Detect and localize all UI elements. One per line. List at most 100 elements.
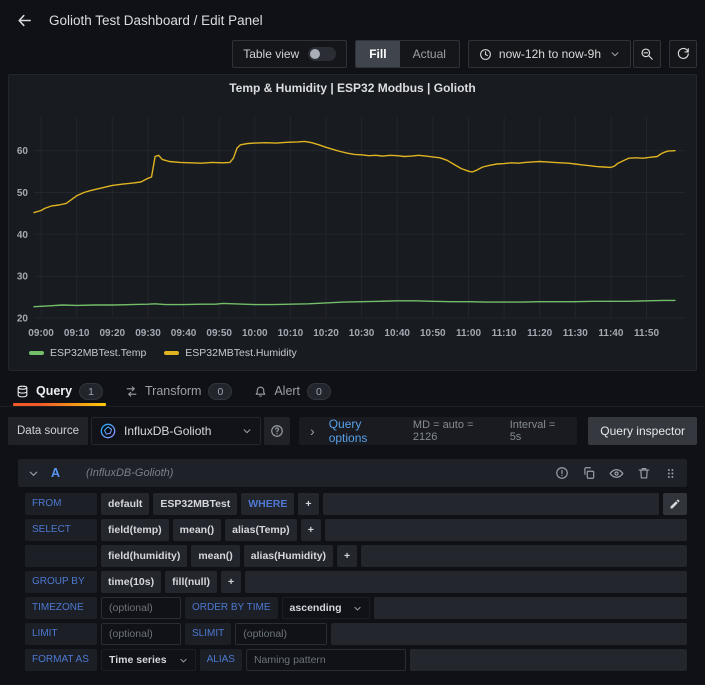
- select-keyword-empty: [25, 545, 97, 567]
- actual-button[interactable]: Actual: [400, 41, 459, 67]
- select-add-button[interactable]: +: [300, 519, 321, 541]
- query-options-bar: › Query options MD = auto = 2126 Interva…: [299, 417, 578, 445]
- table-view-toggle[interactable]: [308, 47, 337, 61]
- refresh-button[interactable]: [669, 40, 697, 68]
- database-icon: [17, 385, 28, 397]
- duplicate-query-button[interactable]: [582, 466, 596, 480]
- svg-text:60: 60: [17, 146, 29, 157]
- from-policy-segment[interactable]: default: [101, 493, 150, 515]
- order-by-select[interactable]: ascending: [281, 597, 371, 619]
- chevron-down-icon: [29, 471, 38, 476]
- chevron-down-icon: [180, 658, 187, 663]
- row-filler: [331, 623, 687, 645]
- timezone-row: TIMEZONE ORDER BY TIME ascending: [25, 597, 687, 619]
- legend-item-temp[interactable]: ESP32MBTest.Temp: [29, 347, 146, 359]
- query-actions: [555, 466, 677, 481]
- legend-swatch-temp: [29, 351, 44, 355]
- svg-text:10:50: 10:50: [420, 328, 446, 339]
- query-ref-id: A: [51, 466, 61, 480]
- datasource-value: InfluxDB-Golioth: [124, 424, 212, 438]
- query-inspector-button[interactable]: Query inspector: [588, 417, 697, 445]
- where-add-button[interactable]: +: [298, 493, 319, 515]
- alias-input[interactable]: [245, 649, 406, 671]
- max-data-points: MD = auto = 2126: [412, 419, 474, 443]
- svg-text:11:00: 11:00: [456, 328, 481, 339]
- select-field-segment[interactable]: field(humidity): [101, 545, 188, 567]
- group-by-add-button[interactable]: +: [221, 571, 242, 593]
- svg-text:30: 30: [17, 272, 29, 283]
- collapse-query-button[interactable]: [28, 468, 39, 479]
- query-help-button[interactable]: [555, 466, 569, 480]
- back-button[interactable]: [16, 12, 33, 29]
- table-view-group: Table view: [232, 40, 348, 68]
- page-title: Golioth Test Dashboard / Edit Panel: [49, 12, 263, 28]
- legend-item-humidity[interactable]: ESP32MBTest.Humidity: [164, 347, 297, 359]
- chevron-down-icon: [611, 52, 619, 57]
- timeseries-panel: Temp & Humidity | ESP32 Modbus | Golioth…: [8, 74, 697, 371]
- datasource-label: Data source: [8, 417, 89, 445]
- slimit-input[interactable]: [235, 623, 328, 645]
- svg-text:09:30: 09:30: [135, 328, 161, 339]
- datasource-row: Data source InfluxDB-Golioth › Query opt…: [8, 417, 697, 445]
- row-filler: [324, 519, 687, 541]
- select-alias-segment[interactable]: alias(Temp): [225, 519, 297, 541]
- chevron-down-icon: [354, 606, 362, 611]
- select-mean-segment[interactable]: mean(): [191, 545, 240, 567]
- svg-text:11:40: 11:40: [598, 328, 623, 339]
- tab-transform[interactable]: Transform 0: [125, 376, 233, 406]
- svg-text:40: 40: [17, 230, 29, 241]
- alias-keyword: ALIAS: [199, 649, 242, 671]
- refresh-icon: [677, 47, 689, 59]
- drag-handle[interactable]: [664, 467, 677, 480]
- from-measurement-segment[interactable]: ESP32MBTest: [153, 493, 238, 515]
- row-filler: [361, 545, 687, 567]
- transform-icon: [126, 385, 137, 397]
- arrow-left-icon: [18, 14, 31, 26]
- query-editor: Data source InfluxDB-Golioth › Query opt…: [0, 407, 705, 683]
- format-as-row: FORMAT AS Time series ALIAS: [25, 649, 687, 671]
- query-builder: FROM default ESP32MBTest WHERE + SELECT …: [18, 487, 687, 683]
- format-as-select[interactable]: Time series: [101, 649, 196, 671]
- from-row: FROM default ESP32MBTest WHERE +: [25, 493, 687, 515]
- query-options-link[interactable]: Query options: [329, 417, 399, 445]
- select-mean-segment[interactable]: mean(): [172, 519, 222, 541]
- query-card: A (InfluxDB-Golioth) FROM default ESP32M…: [18, 459, 687, 683]
- where-keyword: WHERE: [241, 493, 295, 515]
- question-circle-icon: [271, 425, 283, 437]
- toggle-knob: [310, 49, 321, 59]
- group-by-time-segment[interactable]: time(10s): [101, 571, 162, 593]
- format-as-keyword: FORMAT AS: [25, 649, 97, 671]
- datasource-picker[interactable]: InfluxDB-Golioth: [91, 417, 262, 445]
- svg-text:10:10: 10:10: [278, 328, 304, 339]
- select-alias-segment[interactable]: alias(Humidity): [243, 545, 334, 567]
- edit-raw-query-button[interactable]: [663, 493, 687, 515]
- limit-input[interactable]: [101, 623, 181, 645]
- toggle-visibility-button[interactable]: [609, 466, 624, 481]
- svg-text:09:50: 09:50: [206, 328, 232, 339]
- svg-text:11:30: 11:30: [563, 328, 588, 339]
- time-range-picker[interactable]: now-12h to now-9h: [467, 40, 631, 68]
- interval: Interval = 5s: [509, 419, 556, 443]
- timezone-input[interactable]: [101, 597, 181, 619]
- row-filler: [322, 493, 659, 515]
- tab-alert[interactable]: Alert 0: [254, 376, 331, 406]
- datasource-help-button[interactable]: [264, 417, 291, 445]
- select-field-segment[interactable]: field(temp): [101, 519, 169, 541]
- panel-title: Temp & Humidity | ESP32 Modbus | Golioth: [229, 81, 476, 95]
- svg-text:11:20: 11:20: [527, 328, 552, 339]
- group-by-fill-segment[interactable]: fill(null): [165, 571, 218, 593]
- delete-query-button[interactable]: [637, 466, 651, 480]
- zoom-out-button[interactable]: [633, 40, 661, 68]
- active-tab-underline: [13, 403, 106, 406]
- group-by-row: GROUP BY time(10s) fill(null) +: [25, 571, 687, 593]
- from-keyword: FROM: [25, 493, 97, 515]
- panel-toolbar: Table view Fill Actual now-12h to now-9h: [0, 40, 697, 68]
- select-add-button[interactable]: +: [337, 545, 358, 567]
- format-as-value: Time series: [109, 654, 167, 666]
- tab-query[interactable]: Query 1: [13, 376, 106, 406]
- select-row-2: field(humidity) mean() alias(Humidity) +: [25, 545, 687, 567]
- group-by-keyword: GROUP BY: [25, 571, 97, 593]
- row-filler: [374, 597, 687, 619]
- fill-button[interactable]: Fill: [356, 41, 400, 67]
- clock-icon: [480, 48, 491, 60]
